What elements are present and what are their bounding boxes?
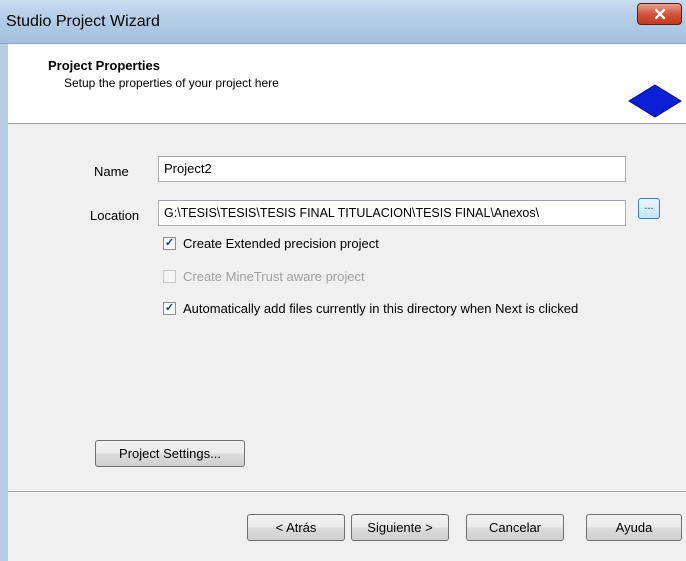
auto-add-files-label: Automatically add files currently in thi… <box>183 301 579 316</box>
blue-diamond-icon <box>628 84 682 118</box>
cancel-button[interactable]: Cancelar <box>466 514 564 541</box>
page-subtitle: Setup the properties of your project her… <box>64 76 279 90</box>
wizard-header: Project Properties Setup the properties … <box>8 44 686 124</box>
auto-add-files-option[interactable]: ✓ Automatically add files currently in t… <box>163 301 578 316</box>
window-frame <box>0 44 8 561</box>
title-bar[interactable]: Studio Project Wizard <box>0 0 686 44</box>
close-icon <box>654 8 665 20</box>
project-settings-button[interactable]: Project Settings... <box>95 440 245 467</box>
minetrust-label: Create MineTrust aware project <box>183 269 365 284</box>
extended-precision-label: Create Extended precision project <box>183 236 379 251</box>
window-title: Studio Project Wizard <box>6 13 160 30</box>
browse-button[interactable]: ... <box>638 198 660 219</box>
minetrust-checkbox <box>163 270 176 283</box>
name-field[interactable]: Project2 <box>158 156 626 182</box>
close-button[interactable] <box>637 3 682 25</box>
help-button[interactable]: Ayuda <box>586 514 682 541</box>
next-button[interactable]: Siguiente > <box>351 514 449 541</box>
auto-add-files-checkbox[interactable]: ✓ <box>163 302 176 315</box>
extended-precision-checkbox[interactable]: ✓ <box>163 237 176 250</box>
extended-precision-option[interactable]: ✓ Create Extended precision project <box>163 236 379 251</box>
name-label: Name <box>94 164 129 179</box>
page-title: Project Properties <box>48 58 160 73</box>
footer-separator <box>8 491 686 493</box>
minetrust-option: Create MineTrust aware project <box>163 269 365 284</box>
location-label: Location <box>90 208 140 223</box>
wizard-content: Project Properties Setup the properties … <box>8 44 686 561</box>
back-button[interactable]: < Atrás <box>247 514 345 541</box>
location-field[interactable]: G:\TESIS\TESIS\TESIS FINAL TITULACION\TE… <box>158 200 626 226</box>
